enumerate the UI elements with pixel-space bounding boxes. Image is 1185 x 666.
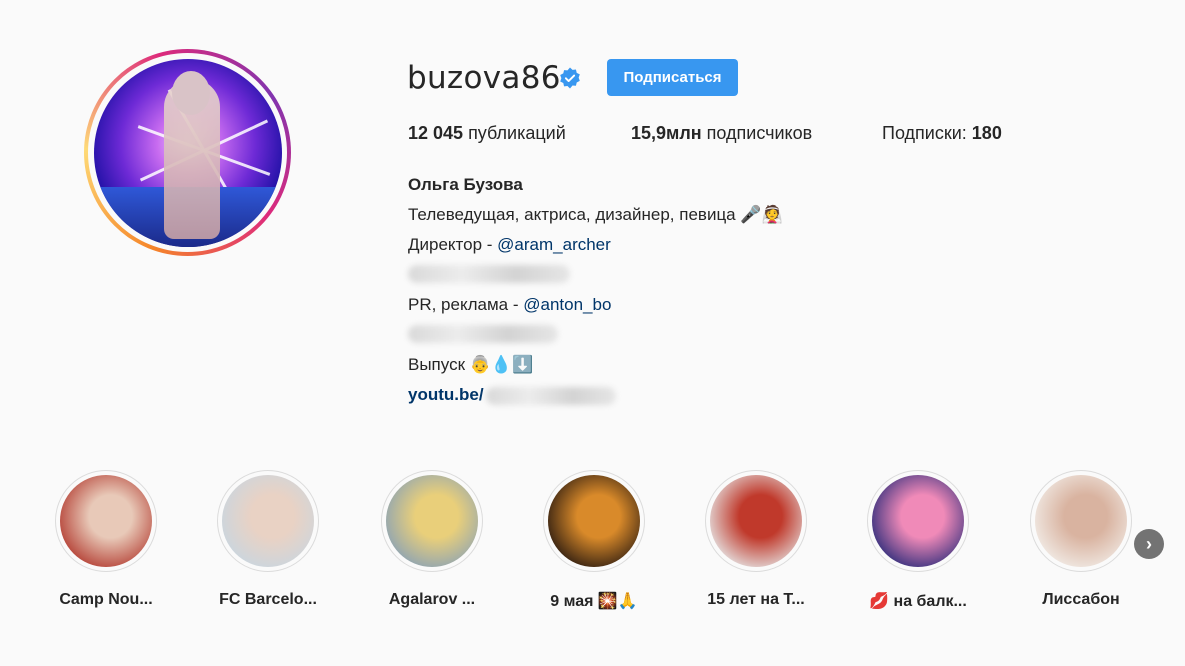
bio-director-prefix: Директор - bbox=[408, 235, 498, 254]
bio-line-blurred-phone-2 bbox=[408, 323, 558, 343]
story-highlight[interactable]: 15 лет на Т... bbox=[681, 470, 831, 609]
posts-count-label: публикаций bbox=[463, 123, 566, 143]
highlight-cover-image bbox=[1035, 475, 1127, 567]
bio-line-blurred-phone-1 bbox=[408, 263, 570, 283]
posts-count: 12 045 публикаций bbox=[408, 123, 566, 144]
pr-mention-link[interactable]: @anton_bo bbox=[523, 295, 611, 314]
followers-count-value: 15,9млн bbox=[631, 123, 702, 143]
story-highlight[interactable]: Camp Nou... bbox=[31, 470, 181, 609]
bio-line-pr: PR, реклама - @anton_bo bbox=[408, 295, 611, 315]
highlight-ring bbox=[381, 470, 483, 572]
highlight-ring bbox=[867, 470, 969, 572]
story-highlight[interactable]: FC Barcelo... bbox=[193, 470, 343, 609]
bio-external-link[interactable]: youtu.be/ bbox=[408, 385, 616, 405]
highlight-cover-image bbox=[222, 475, 314, 567]
highlight-ring bbox=[55, 470, 157, 572]
highlight-ring bbox=[705, 470, 807, 572]
chevron-right-icon[interactable]: › bbox=[1134, 529, 1164, 559]
posts-count-value: 12 045 bbox=[408, 123, 464, 143]
highlight-ring bbox=[217, 470, 319, 572]
highlight-cover-image bbox=[386, 475, 478, 567]
followers-count-label: подписчиков bbox=[701, 123, 813, 143]
following-link[interactable]: Подписки: 180 bbox=[882, 123, 1002, 144]
story-highlight[interactable]: Agalarov ... bbox=[357, 470, 507, 609]
blurred-text bbox=[485, 386, 616, 405]
verified-badge-icon bbox=[560, 67, 580, 89]
avatar-image bbox=[93, 58, 282, 247]
bio-line-description: Телеведущая, актриса, дизайнер, певица 🎤… bbox=[408, 205, 783, 224]
profile-full-name: Ольга Бузова bbox=[408, 175, 523, 194]
bio-line-director: Директор - @aram_archer bbox=[408, 235, 611, 255]
highlight-cover-image bbox=[548, 475, 640, 567]
followers-link[interactable]: 15,9млн подписчиков bbox=[631, 123, 812, 144]
highlight-label: FC Barcelo... bbox=[219, 591, 317, 608]
highlight-label: Лиссабон bbox=[1042, 591, 1120, 608]
profile-avatar[interactable] bbox=[84, 49, 291, 256]
avatar-gap bbox=[88, 53, 287, 252]
highlight-label: Camp Nou... bbox=[59, 591, 153, 608]
highlight-ring bbox=[543, 470, 645, 572]
following-count-value: 180 bbox=[971, 123, 1002, 143]
story-highlight[interactable]: 9 мая 🎇🙏 bbox=[519, 470, 669, 611]
story-highlight[interactable]: 💋 на балк... bbox=[843, 470, 993, 611]
follow-button[interactable]: Подписаться bbox=[607, 59, 738, 96]
highlight-ring bbox=[1030, 470, 1132, 572]
bio-pr-prefix: PR, реклама - bbox=[408, 295, 524, 314]
highlight-label: Agalarov ... bbox=[388, 591, 476, 608]
following-count-label: Подписки: bbox=[882, 123, 972, 143]
highlight-cover-image bbox=[60, 475, 152, 567]
highlight-cover-image bbox=[872, 475, 964, 567]
external-link-text[interactable]: youtu.be/ bbox=[408, 385, 484, 404]
highlight-cover-image bbox=[710, 475, 802, 567]
highlight-label: 💋 на балк... bbox=[869, 593, 967, 610]
highlight-label: 9 мая 🎇🙏 bbox=[550, 593, 638, 610]
blurred-text bbox=[408, 324, 558, 343]
bio-line-release: Выпуск 👵💧⬇️ bbox=[408, 355, 534, 374]
profile-username: buzova86 bbox=[407, 60, 561, 96]
blurred-text bbox=[408, 264, 570, 283]
highlight-label: 15 лет на Т... bbox=[707, 591, 805, 608]
director-mention-link[interactable]: @aram_archer bbox=[497, 235, 611, 254]
